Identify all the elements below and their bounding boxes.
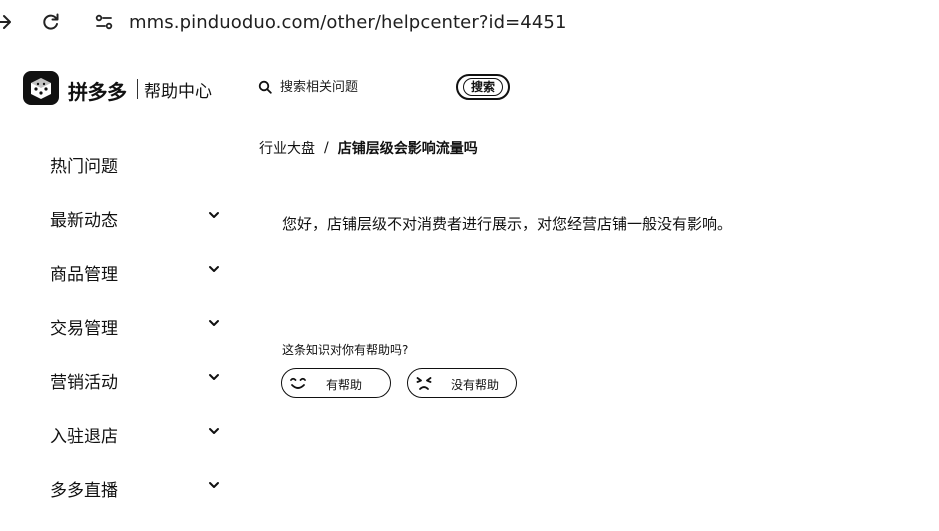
chevron-down-icon <box>209 212 219 218</box>
sidebar-item-store-onboarding[interactable]: 入驻退店 <box>0 406 240 460</box>
sidebar-item-product-management[interactable]: 商品管理 <box>0 244 240 298</box>
helpful-button[interactable]: 有帮助 <box>281 368 391 398</box>
search-input[interactable] <box>280 77 440 97</box>
sidebar-item-label: 商品管理 <box>50 265 118 285</box>
chevron-down-icon <box>209 320 219 326</box>
site-header: 拼多多 帮助中心 搜索 <box>0 62 939 114</box>
not-helpful-button[interactable]: 没有帮助 <box>407 368 517 398</box>
site-settings-button[interactable] <box>92 10 116 34</box>
search-box[interactable] <box>258 74 448 100</box>
helpful-button-label: 有帮助 <box>326 378 363 392</box>
sidebar-item-label: 入驻退店 <box>50 427 118 447</box>
sidebar-item-marketing[interactable]: 营销活动 <box>0 352 240 406</box>
forward-button[interactable] <box>0 10 16 34</box>
sidebar-item-live-streaming[interactable]: 多多直播 <box>0 460 240 514</box>
site-settings-icon <box>95 14 113 30</box>
sidebar-item-label: 营销活动 <box>50 373 118 393</box>
brand-name[interactable]: 拼多多 <box>68 76 127 105</box>
sidebar-nav: 热门问题 最新动态 商品管理 交易管理 营销活动 入驻退店 多多直播 <box>0 136 240 531</box>
breadcrumb: 行业大盘 / 店铺层级会影响流量吗 <box>259 138 478 158</box>
breadcrumb-separator: / <box>324 140 329 156</box>
chevron-down-icon <box>209 374 219 380</box>
smile-face-icon <box>290 377 306 389</box>
chevron-down-icon <box>209 482 219 488</box>
breadcrumb-parent-link[interactable]: 行业大盘 <box>259 138 315 158</box>
sidebar-item-hot-questions[interactable]: 热门问题 <box>0 136 240 190</box>
sidebar-item-latest-news[interactable]: 最新动态 <box>0 190 240 244</box>
sidebar-item-label: 交易管理 <box>50 319 118 339</box>
help-center-title: 帮助中心 <box>144 82 212 102</box>
reload-icon <box>43 13 59 30</box>
browser-toolbar: mms.pinduoduo.com/other/helpcenter?id=44… <box>0 0 939 52</box>
brand-divider <box>137 79 138 99</box>
search-button-label: 搜索 <box>462 78 503 96</box>
search-button[interactable]: 搜索 <box>456 74 510 100</box>
breadcrumb-current: 店铺层级会影响流量吗 <box>337 141 478 157</box>
address-bar-url[interactable]: mms.pinduoduo.com/other/helpcenter?id=44… <box>129 12 567 33</box>
arrow-right-icon <box>0 15 11 29</box>
sidebar-item-label: 热门问题 <box>50 157 118 177</box>
chevron-down-icon <box>209 428 219 434</box>
sidebar-item-label: 多多直播 <box>50 481 118 501</box>
sidebar-item-trade-management[interactable]: 交易管理 <box>0 298 240 352</box>
chevron-down-icon <box>209 266 219 272</box>
pinduoduo-logo-icon[interactable] <box>22 70 60 106</box>
reload-button[interactable] <box>39 10 63 34</box>
sad-face-icon <box>416 377 432 390</box>
sidebar-item-label: 最新动态 <box>50 211 118 231</box>
feedback-question: 这条知识对你有帮助吗? <box>282 343 409 357</box>
search-icon <box>258 80 272 94</box>
article-answer: 您好，店铺层级不对消费者进行展示，对您经营店铺一般没有影响。 <box>282 215 733 233</box>
not-helpful-button-label: 没有帮助 <box>451 378 500 392</box>
